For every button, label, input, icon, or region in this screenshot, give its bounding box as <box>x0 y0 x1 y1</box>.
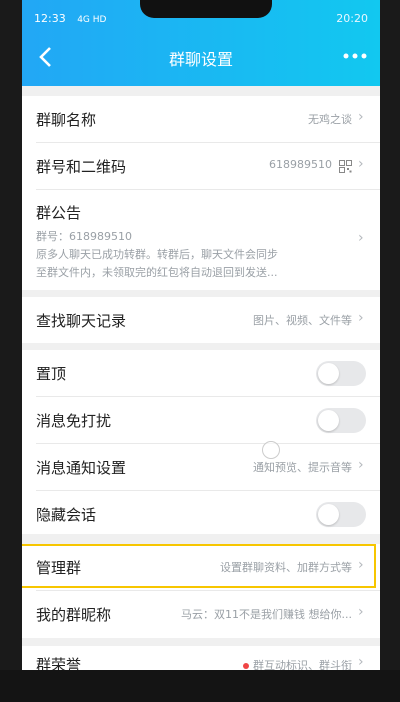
hide-chat-toggle[interactable] <box>316 502 366 527</box>
mute-toggle[interactable] <box>316 408 366 433</box>
status-right: 20:20 <box>336 12 368 25</box>
touch-indicator <box>262 441 280 459</box>
page-title: 群聊设置 <box>168 50 233 69</box>
toggle-knob <box>318 504 339 525</box>
announcement-label: 群公告 <box>36 204 82 222</box>
manage-group-value: 设置群聊资料、加群方式等 <box>220 561 352 574</box>
group-name-row[interactable]: 群聊名称 无鸡之谈 › <box>22 96 380 142</box>
toggle-knob <box>318 363 339 384</box>
nickname-value: 马云：双11不是我们赚钱 想给你... <box>181 608 352 621</box>
chevron-right-icon: › <box>358 156 364 172</box>
chevron-right-icon: › <box>358 654 364 670</box>
camera-notch <box>140 0 272 18</box>
phone-bezel-bottom <box>0 670 400 702</box>
screen: 12:33 4G HD 20:20 群聊设置 群聊名称 无鸡之谈 › 群号和二维… <box>22 0 380 670</box>
nickname-row[interactable]: 我的群昵称 马云：双11不是我们赚钱 想给你... › <box>22 591 380 637</box>
phone-bezel-right <box>380 0 400 702</box>
more-button[interactable] <box>342 42 368 67</box>
member-section: 管理群 设置群聊资料、加群方式等 › 我的群昵称 马云：双11不是我们赚钱 想给… <box>22 544 380 638</box>
chevron-right-icon: › <box>358 604 364 620</box>
more-horizontal-icon <box>343 53 367 59</box>
honor-row[interactable]: 群荣誉 群互动标识、群斗衔 › <box>22 646 380 670</box>
chevron-right-icon: › <box>358 230 364 246</box>
honor-label: 群荣誉 <box>36 656 82 670</box>
notify-settings-label: 消息通知设置 <box>36 459 127 477</box>
chevron-right-icon: › <box>358 310 364 326</box>
notification-section: 置顶 消息免打扰 消息通知设置 通知预览、提示音等 › 隐藏会话 <box>22 350 380 534</box>
chevron-right-icon: › <box>358 557 364 573</box>
divider <box>36 189 380 190</box>
search-history-row[interactable]: 查找聊天记录 图片、视频、文件等 › <box>22 297 380 343</box>
announcement-text-2: 至群文件内，未领取完的红包将自动退回到发送... <box>36 266 278 279</box>
honor-value-wrap: 群互动标识、群斗衔 <box>243 657 352 670</box>
notify-settings-value: 通知预览、提示音等 <box>253 461 352 474</box>
group-number-row[interactable]: 群号和二维码 618989510 › <box>22 143 380 189</box>
search-history-value: 图片、视频、文件等 <box>253 314 352 327</box>
notify-settings-row[interactable]: 消息通知设置 通知预览、提示音等 › <box>22 444 380 490</box>
qr-code-icon <box>339 158 352 173</box>
announcement-number: 群号：618989510 <box>36 230 132 243</box>
chevron-right-icon: › <box>358 457 364 473</box>
chevron-right-icon: › <box>358 109 364 125</box>
status-time: 12:33 4G HD <box>34 12 107 25</box>
group-name-label: 群聊名称 <box>36 111 97 129</box>
manage-group-row[interactable]: 管理群 设置群聊资料、加群方式等 › <box>22 544 380 590</box>
group-number-value: 618989510 <box>269 158 332 171</box>
announcement-text-1: 原多人聊天已成功转群。转群后，聊天文件会同步 <box>36 248 278 261</box>
announcement-row[interactable]: 群公告 群号：618989510 原多人聊天已成功转群。转群后，聊天文件会同步 … <box>36 202 336 281</box>
honor-section: 群荣誉 群互动标识、群斗衔 › <box>22 646 380 670</box>
hide-chat-row: 隐藏会话 <box>22 491 380 537</box>
header-bar: 12:33 4G HD 20:20 群聊设置 <box>22 0 380 86</box>
toggle-knob <box>318 410 339 431</box>
nickname-label: 我的群昵称 <box>36 606 112 624</box>
red-dot-icon <box>243 663 249 669</box>
signal-indicator: 4G HD <box>77 15 107 25</box>
manage-group-label: 管理群 <box>36 559 82 577</box>
pin-label: 置顶 <box>36 365 67 383</box>
group-number-label: 群号和二维码 <box>36 158 127 176</box>
search-history-section: 查找聊天记录 图片、视频、文件等 › <box>22 297 380 343</box>
mute-row: 消息免打扰 <box>22 397 380 443</box>
group-name-value: 无鸡之谈 <box>308 113 352 126</box>
mute-label: 消息免打扰 <box>36 412 112 430</box>
pin-row: 置顶 <box>22 350 380 396</box>
search-history-label: 查找聊天记录 <box>36 312 127 330</box>
phone-bezel-left <box>0 0 22 702</box>
hide-chat-label: 隐藏会话 <box>36 506 97 524</box>
honor-value: 群互动标识、群斗衔 <box>253 659 352 670</box>
pin-toggle[interactable] <box>316 361 366 386</box>
